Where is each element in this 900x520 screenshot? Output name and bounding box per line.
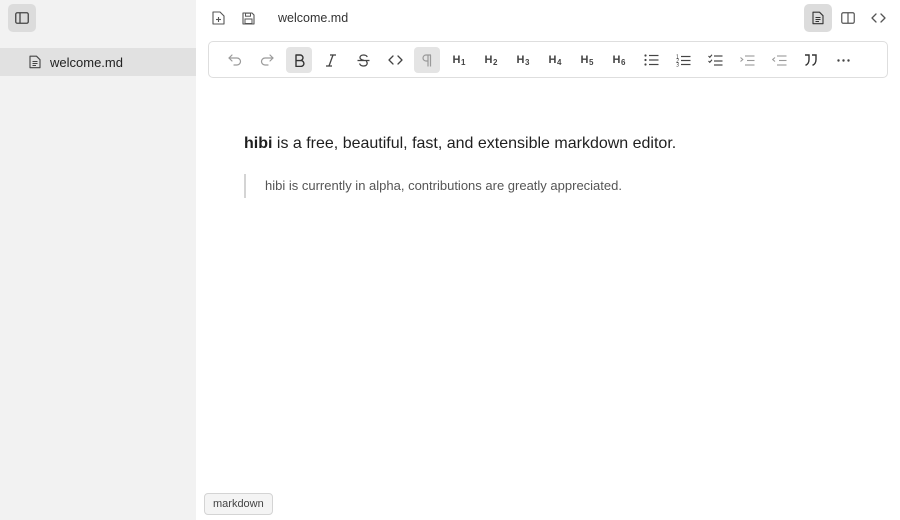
redo-button[interactable] <box>254 47 280 73</box>
top-bar: welcome.md <box>196 0 900 36</box>
more-horizontal-icon <box>836 58 850 62</box>
heading-3-icon: H3 <box>516 53 530 67</box>
strikethrough-button[interactable] <box>350 47 376 73</box>
view-split-button[interactable] <box>836 6 860 30</box>
heading-1-icon: H1 <box>452 53 466 67</box>
blockquote-button[interactable] <box>798 47 824 73</box>
document-view-icon <box>812 11 824 25</box>
undo-button[interactable] <box>222 47 248 73</box>
heading-6-icon: H6 <box>612 53 626 67</box>
bullet-list-icon <box>643 54 658 66</box>
heading-6-button[interactable]: H6 <box>606 47 632 73</box>
pilcrow-icon <box>422 53 432 66</box>
redo-icon <box>260 54 274 66</box>
bullet-list-button[interactable] <box>638 47 664 73</box>
code-view-icon <box>870 13 886 23</box>
heading-3-button[interactable]: H3 <box>510 47 536 73</box>
inline-code-button[interactable] <box>382 47 408 73</box>
code-icon <box>387 55 403 65</box>
outdent-button[interactable] <box>766 47 792 73</box>
bold-button[interactable] <box>286 47 312 73</box>
editor-blockquote: hibi is currently in alpha, contribution… <box>244 174 864 198</box>
sidebar-file-item[interactable]: welcome.md <box>0 48 196 76</box>
heading-1-button[interactable]: H1 <box>446 47 472 73</box>
sidebar-file-label: welcome.md <box>50 54 123 70</box>
editor-mode-badge[interactable]: markdown <box>204 493 273 515</box>
italic-icon <box>326 53 336 67</box>
editor-paragraph: hibi is a free, beautiful, fast, and ext… <box>244 134 864 154</box>
heading-5-button[interactable]: H5 <box>574 47 600 73</box>
editor-content[interactable]: hibi is a free, beautiful, fast, and ext… <box>244 134 864 198</box>
new-file-button[interactable] <box>206 6 230 30</box>
checklist-icon <box>707 54 722 66</box>
more-options-button[interactable] <box>830 47 856 73</box>
italic-button[interactable] <box>318 47 344 73</box>
strikethrough-icon <box>357 53 369 67</box>
heading-2-button[interactable]: H2 <box>478 47 504 73</box>
view-editor-button[interactable] <box>804 4 832 32</box>
bold-icon <box>294 53 305 67</box>
heading-2-icon: H2 <box>484 53 498 67</box>
ordered-list-button[interactable]: 1 2 3 <box>670 47 696 73</box>
heading-5-icon: H5 <box>580 53 594 67</box>
indent-icon <box>739 54 754 66</box>
task-list-button[interactable] <box>702 47 728 73</box>
svg-text:3: 3 <box>676 62 679 67</box>
ordered-list-icon: 1 2 3 <box>676 54 690 67</box>
bold-text: hibi <box>244 135 273 152</box>
quote-icon <box>805 54 817 66</box>
sidebar: welcome.md <box>0 0 196 520</box>
save-icon <box>241 11 255 25</box>
save-button[interactable] <box>236 6 260 30</box>
document-icon <box>29 55 41 69</box>
formatting-toolbar: H1 H2 H3 H4 H5 H6 1 2 3 <box>208 41 888 78</box>
outdent-icon <box>771 54 786 66</box>
sidebar-panel-icon <box>15 12 29 24</box>
new-file-icon <box>211 11 225 25</box>
view-source-button[interactable] <box>866 6 890 30</box>
paragraph-button[interactable] <box>414 47 440 73</box>
heading-4-button[interactable]: H4 <box>542 47 568 73</box>
split-view-icon <box>841 12 855 24</box>
undo-icon <box>228 54 242 66</box>
heading-4-icon: H4 <box>548 53 562 67</box>
paragraph-text: is a free, beautiful, fast, and extensib… <box>272 135 677 152</box>
indent-button[interactable] <box>734 47 760 73</box>
document-title: welcome.md <box>278 11 349 25</box>
sidebar-toggle-button[interactable] <box>8 4 36 32</box>
